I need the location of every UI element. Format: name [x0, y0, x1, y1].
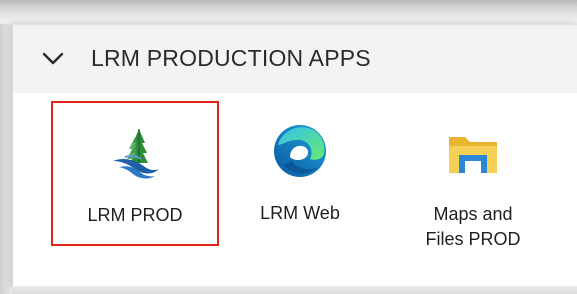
app-tile-label: LRM Web	[260, 203, 340, 223]
app-group-panel: LRM PRODUCTION APPS LRM PROD LRM Web Map…	[12, 24, 577, 287]
app-tile-lrm-web[interactable]: LRM Web	[235, 101, 365, 246]
app-tile-label-line2: Files PROD	[425, 229, 521, 249]
chevron-down-icon[interactable]	[41, 51, 65, 67]
window-left-edge	[0, 24, 12, 294]
app-tile-maps-and-files-prod[interactable]: Maps and Files PROD	[403, 101, 543, 249]
lrm-logo-icon	[113, 129, 159, 179]
app-tile-label: LRM PROD	[87, 205, 183, 225]
folder-icon	[449, 137, 497, 173]
app-tile-label-line1: Maps and	[433, 204, 513, 224]
window-bottom-edge	[12, 286, 577, 294]
group-header-lrm-production-apps[interactable]: LRM PRODUCTION APPS	[13, 25, 577, 93]
edge-browser-icon	[274, 125, 326, 177]
group-title: LRM PRODUCTION APPS	[91, 45, 371, 71]
app-tile-lrm-prod[interactable]: LRM PROD	[51, 101, 219, 246]
